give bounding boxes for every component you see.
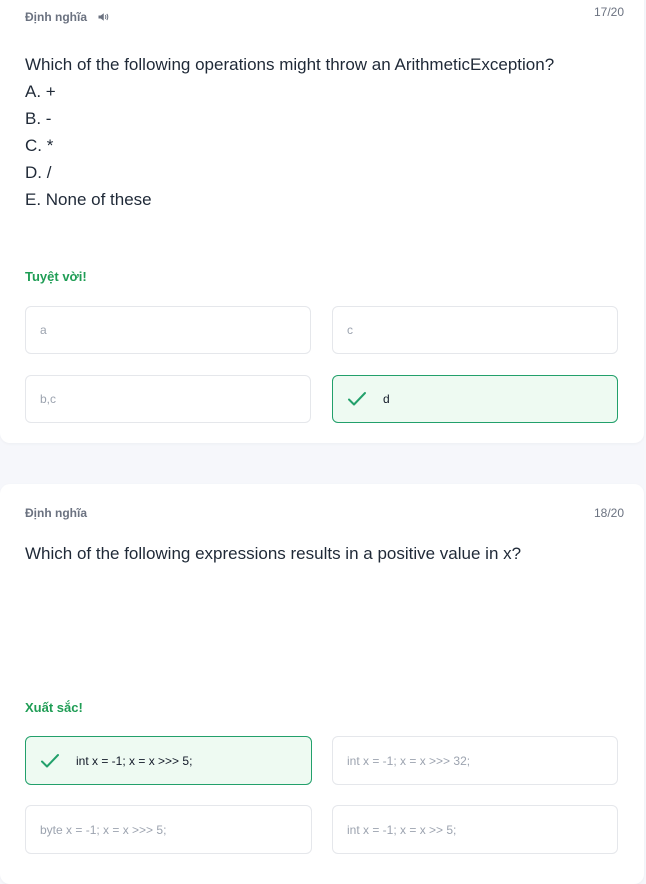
answer-label: int x = -1; x = x >>> 5; — [76, 753, 193, 768]
answer-option[interactable]: int x = -1; x = x >> 5; — [332, 805, 618, 854]
option-d: D. / — [25, 163, 52, 182]
question-counter: 17/20 — [593, 5, 624, 19]
answer-label: byte x = -1; x = x >>> 5; — [40, 822, 167, 837]
option-c: C. * — [25, 136, 54, 155]
question-text: Which of the following expressions resul… — [25, 544, 522, 563]
card-header: Định nghĩa — [25, 10, 109, 24]
answer-label: a — [40, 323, 47, 337]
category-label: Định nghĩa — [25, 10, 87, 24]
speaker-icon[interactable] — [97, 11, 109, 23]
check-icon — [41, 753, 59, 767]
answer-label: b,c — [40, 392, 57, 406]
answer-option-correct[interactable]: int x = -1; x = x >>> 5; — [25, 736, 312, 785]
question-text: Which of the following operations might … — [25, 55, 555, 74]
feedback-text: Tuyệt vời! — [25, 269, 87, 284]
question-text-block: Which of the following operations might … — [25, 51, 554, 213]
answer-label: c — [347, 323, 353, 337]
answer-label: d — [383, 392, 390, 406]
option-a: A. + — [25, 82, 56, 101]
answer-label: int x = -1; x = x >>> 32; — [347, 753, 471, 768]
feedback-text: Xuất sắc! — [25, 700, 83, 715]
option-e: E. None of these — [25, 190, 152, 209]
answer-option[interactable]: c — [332, 306, 618, 354]
answer-option[interactable]: byte x = -1; x = x >>> 5; — [25, 805, 312, 854]
category-label: Định nghĩa — [25, 506, 87, 520]
card-header: Định nghĩa — [25, 506, 87, 520]
question-text-block: Which of the following expressions resul… — [25, 540, 521, 567]
check-icon — [348, 392, 366, 406]
answer-option[interactable]: b,c — [25, 375, 311, 423]
answer-option-correct[interactable]: d — [332, 375, 618, 423]
question-counter: 18/20 — [593, 506, 624, 520]
option-b: B. - — [25, 109, 52, 128]
answer-option[interactable]: a — [25, 306, 311, 354]
answer-label: int x = -1; x = x >> 5; — [347, 822, 457, 837]
question-card-18: Định nghĩa 18/20 Which of the following … — [0, 484, 644, 884]
answer-option[interactable]: int x = -1; x = x >>> 32; — [332, 736, 618, 785]
question-card-17: Định nghĩa 17/20 Which of the following … — [0, 0, 644, 443]
